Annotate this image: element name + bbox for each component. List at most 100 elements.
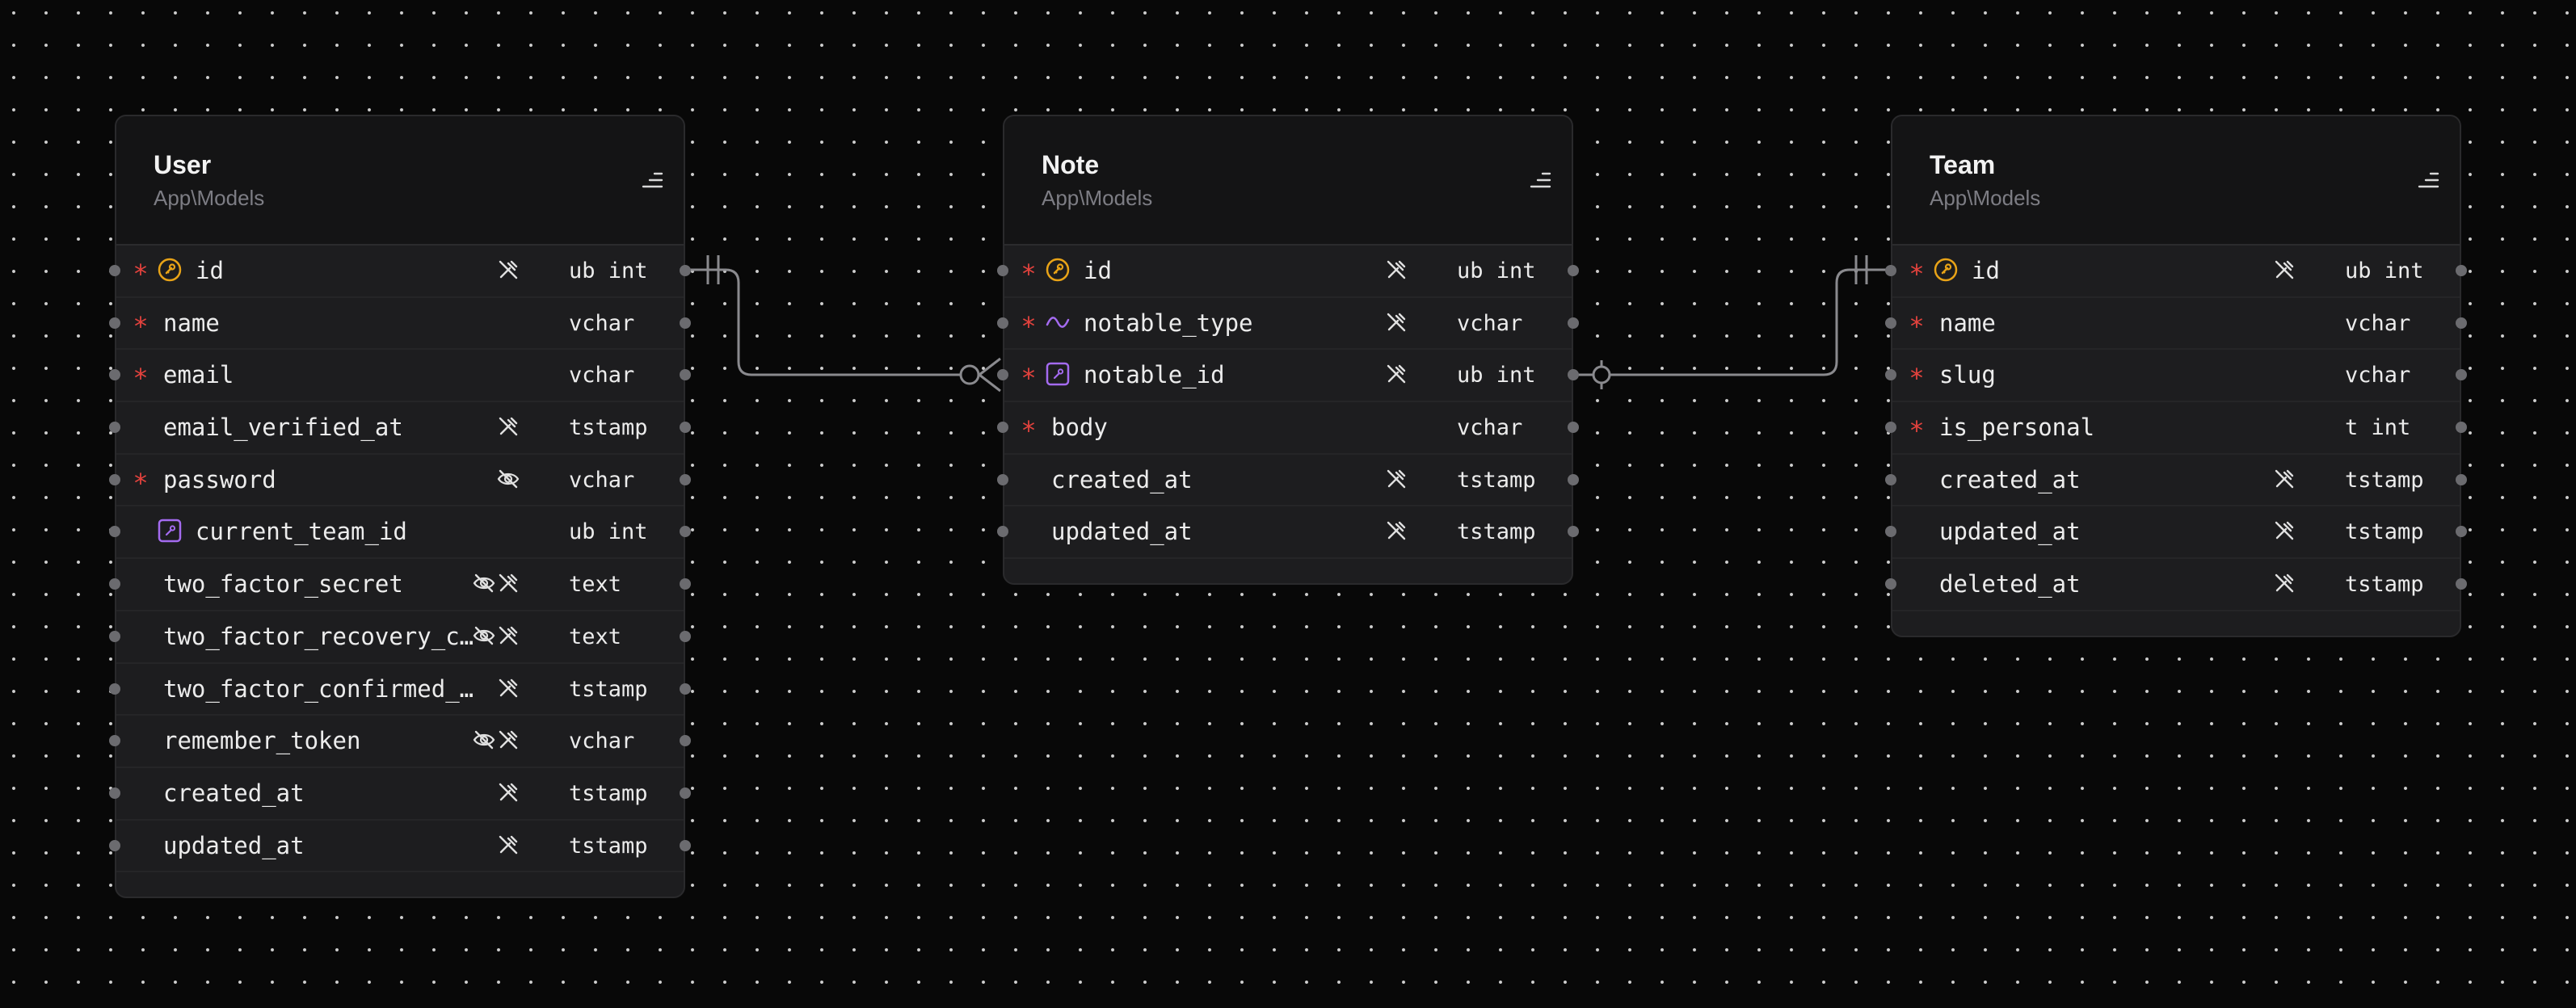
- field-row[interactable]: * notable_type vchar: [997, 298, 1579, 351]
- field-row[interactable]: deleted_at tstamp: [1885, 559, 2467, 611]
- field-row[interactable]: created_at tstamp: [1885, 455, 2467, 507]
- field-row[interactable]: * name vchar: [109, 298, 691, 351]
- field-row[interactable]: current_team_id ub int: [109, 506, 691, 560]
- field-row[interactable]: * is_personal t int: [1885, 402, 2467, 455]
- field-type: ub int: [569, 519, 648, 545]
- connection-port-right[interactable]: [680, 630, 691, 642]
- connection-port-left[interactable]: [1885, 526, 1896, 538]
- connection-port-right[interactable]: [1568, 526, 1579, 538]
- key-icon: [1045, 257, 1071, 283]
- field-row[interactable]: * id ub int: [109, 246, 691, 298]
- connection-port-right[interactable]: [1568, 473, 1579, 485]
- field-row[interactable]: updated_at tstamp: [109, 821, 691, 873]
- field-row[interactable]: * name vchar: [1885, 298, 2467, 351]
- table-team[interactable]: Team App\Models * id ub int * name vchar * slug vc…: [1885, 115, 2467, 637]
- connection-port-right[interactable]: [2456, 473, 2467, 485]
- connection-port-left[interactable]: [997, 422, 1008, 434]
- field-row[interactable]: two_factor_recovery_cod… text: [109, 611, 691, 664]
- connection-port-left[interactable]: [109, 682, 120, 695]
- connection-port-left[interactable]: [997, 265, 1008, 276]
- field-row[interactable]: remember_token vchar: [109, 716, 691, 768]
- connection-port-right[interactable]: [680, 787, 691, 799]
- connection-port-left[interactable]: [109, 317, 120, 329]
- connection-port-left[interactable]: [109, 422, 120, 434]
- connection-port-left[interactable]: [997, 317, 1008, 329]
- field-row[interactable]: two_factor_confirmed_at tstamp: [109, 664, 691, 716]
- connection-port-right[interactable]: [2456, 578, 2467, 590]
- field-row[interactable]: * id ub int: [1885, 246, 2467, 298]
- field-name: id: [1972, 257, 2000, 284]
- field-type: vchar: [569, 310, 635, 336]
- connection-port-left[interactable]: [109, 787, 120, 799]
- field-row[interactable]: * password vchar: [109, 455, 691, 507]
- connection-port-left[interactable]: [1885, 422, 1896, 434]
- field-row[interactable]: created_at tstamp: [997, 455, 1579, 507]
- table-title: Note: [1042, 150, 1100, 179]
- connection-port-right[interactable]: [680, 473, 691, 485]
- connection-port-left[interactable]: [1885, 473, 1896, 485]
- connection-port-right[interactable]: [680, 265, 691, 276]
- connection-port-left[interactable]: [109, 735, 120, 747]
- unfillable-icon: [2275, 522, 2294, 540]
- field-row[interactable]: email_verified_at tstamp: [109, 402, 691, 455]
- connection-port-left[interactable]: [997, 526, 1008, 538]
- field-row[interactable]: created_at tstamp: [109, 768, 691, 821]
- connection-port-right[interactable]: [1568, 265, 1579, 276]
- connection-port-left[interactable]: [1885, 317, 1896, 329]
- field-row[interactable]: updated_at tstamp: [1885, 506, 2467, 560]
- table-header[interactable]: Team App\Models: [1892, 116, 2460, 246]
- connection-port-right[interactable]: [2456, 265, 2467, 276]
- field-name: two_factor_recovery_cod…: [163, 622, 480, 650]
- connection-port-right[interactable]: [680, 422, 691, 434]
- field-row[interactable]: * slug vchar: [1885, 350, 2467, 403]
- field-flags: [496, 467, 520, 491]
- connection-port-right[interactable]: [680, 735, 691, 747]
- field-name: is_personal: [1939, 414, 2095, 442]
- required-icon: *: [1022, 258, 1035, 289]
- field-row[interactable]: * notable_id ub int: [997, 350, 1579, 403]
- connection-port-right[interactable]: [2456, 317, 2467, 329]
- connection-port-right[interactable]: [680, 578, 691, 590]
- connection-port-right[interactable]: [680, 682, 691, 695]
- required-icon: *: [1022, 363, 1035, 394]
- field-name: id: [196, 257, 224, 284]
- connection-port-right[interactable]: [1568, 369, 1579, 381]
- field-row[interactable]: two_factor_secret text: [109, 559, 691, 611]
- menu-icon[interactable]: [2416, 168, 2440, 192]
- table-header[interactable]: Note App\Models: [1004, 116, 1572, 246]
- key-icon: [157, 257, 183, 283]
- connection-port-left[interactable]: [109, 265, 120, 276]
- field-flags: [2272, 519, 2296, 543]
- connection-port-left[interactable]: [109, 839, 120, 851]
- connection-port-left[interactable]: [109, 630, 120, 642]
- connection-port-left[interactable]: [109, 473, 120, 485]
- connection-port-left[interactable]: [1885, 578, 1896, 590]
- unfillable-icon: [1387, 260, 1406, 279]
- field-row[interactable]: updated_at tstamp: [997, 506, 1579, 560]
- connection-port-left[interactable]: [109, 369, 120, 381]
- connection-port-right[interactable]: [1568, 422, 1579, 434]
- connection-port-right[interactable]: [2456, 422, 2467, 434]
- connection-port-right[interactable]: [680, 317, 691, 329]
- menu-icon[interactable]: [640, 168, 664, 192]
- field-row[interactable]: * id ub int: [997, 246, 1579, 298]
- connection-port-left[interactable]: [997, 473, 1008, 485]
- field-row[interactable]: * email vchar: [109, 350, 691, 403]
- connection-port-right[interactable]: [680, 526, 691, 538]
- field-row[interactable]: * body vchar: [997, 402, 1579, 455]
- connection-port-left[interactable]: [997, 369, 1008, 381]
- menu-icon[interactable]: [1528, 168, 1552, 192]
- table-header[interactable]: User App\Models: [116, 116, 684, 246]
- connection-port-left[interactable]: [109, 578, 120, 590]
- table-user[interactable]: User App\Models * id ub int * name vchar * email v…: [109, 115, 691, 899]
- connection-port-left[interactable]: [1885, 265, 1896, 276]
- connection-port-right[interactable]: [1568, 317, 1579, 329]
- connection-port-right[interactable]: [680, 369, 691, 381]
- connection-port-right[interactable]: [2456, 369, 2467, 381]
- connection-port-left[interactable]: [1885, 369, 1896, 381]
- connection-port-left[interactable]: [109, 526, 120, 538]
- table-note[interactable]: Note App\Models * id ub int * notable_type vcha…: [997, 115, 1579, 586]
- connection-port-right[interactable]: [2456, 526, 2467, 538]
- connection-port-right[interactable]: [680, 839, 691, 851]
- hidden-icon: [473, 573, 495, 593]
